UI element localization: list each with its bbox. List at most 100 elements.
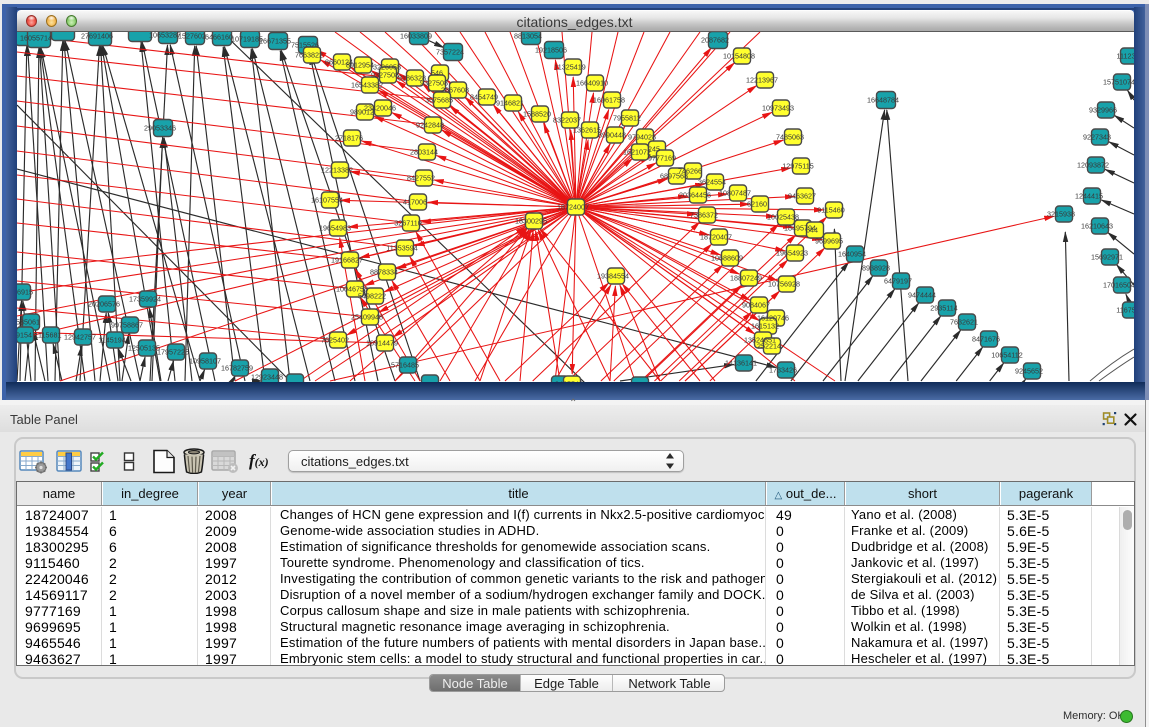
svg-text:9699695: 9699695 — [815, 237, 843, 246]
svg-text:17957225: 17957225 — [157, 348, 189, 357]
svg-text:7632621: 7632621 — [950, 318, 978, 327]
svg-text:62160: 62160 — [747, 200, 767, 209]
svg-text:9777169: 9777169 — [648, 154, 676, 163]
svg-text:12975115: 12975115 — [782, 162, 813, 171]
svg-text:7625402: 7625402 — [321, 336, 349, 345]
svg-text:10973493: 10973493 — [762, 104, 794, 113]
svg-text:14136141: 14136141 — [725, 359, 757, 368]
svg-text:16782759: 16782759 — [221, 364, 253, 373]
svg-text:7955812: 7955812 — [613, 114, 641, 123]
svg-text:9084067: 9084067 — [742, 301, 770, 310]
svg-text:644: 644 — [806, 226, 818, 235]
svg-text:1621072: 1621072 — [623, 148, 651, 157]
svg-text:8938928: 8938928 — [862, 264, 890, 273]
svg-text:7357224: 7357224 — [436, 48, 464, 57]
svg-text:19166827: 19166827 — [331, 256, 363, 265]
svg-text:5716485: 5716485 — [391, 361, 419, 370]
svg-text:18720407: 18720407 — [700, 233, 732, 242]
svg-text:19654983: 19654983 — [319, 224, 351, 233]
svg-text:6479197: 6479197 — [884, 277, 912, 286]
svg-text:3575685: 3575685 — [425, 96, 453, 105]
svg-text:12213967: 12213967 — [746, 76, 778, 85]
svg-text:17359924: 17359924 — [129, 295, 161, 304]
svg-text:546: 546 — [431, 69, 443, 78]
svg-text:10654112: 10654112 — [991, 351, 1022, 360]
svg-text:245: 245 — [648, 145, 660, 154]
svg-text:12505135: 12505135 — [128, 344, 160, 353]
svg-text:16055714: 16055714 — [20, 34, 52, 43]
svg-text:16671355: 16671355 — [259, 37, 291, 46]
svg-text:1362615: 1362615 — [573, 126, 601, 135]
svg-text:7386372: 7386372 — [690, 211, 718, 220]
svg-text:7515526: 7515526 — [291, 41, 319, 50]
svg-text:8454749: 8454749 — [470, 93, 498, 102]
svg-text:16640910: 16640910 — [576, 79, 608, 88]
svg-text:535061: 535061 — [17, 318, 40, 327]
svg-text:9794028: 9794028 — [628, 133, 656, 142]
svg-text:1145194: 1145194 — [98, 336, 125, 345]
svg-text:417006: 417006 — [403, 198, 427, 207]
svg-text:8912954: 8912954 — [346, 61, 374, 70]
svg-text:9242848: 9242848 — [416, 121, 444, 130]
svg-text:1733426: 1733426 — [769, 366, 797, 375]
svg-text:116753: 116753 — [1116, 306, 1134, 315]
svg-text:9474444: 9474444 — [908, 291, 936, 300]
svg-text:7663822: 7663822 — [295, 51, 323, 60]
svg-text:9115460: 9115460 — [817, 206, 844, 215]
svg-text:18807249: 18807249 — [730, 274, 762, 283]
svg-text:16961758: 16961758 — [593, 96, 625, 105]
svg-text:16033809: 16033809 — [400, 32, 432, 41]
svg-text:2803144: 2803144 — [410, 148, 438, 157]
svg-text:19654923: 19654923 — [776, 249, 808, 258]
svg-text:2026915: 2026915 — [17, 288, 33, 297]
svg-text:1115681: 1115681 — [35, 331, 62, 340]
svg-text:10688609: 10688609 — [711, 254, 743, 263]
svg-text:10154808: 10154808 — [723, 52, 755, 61]
svg-text:18724007: 18724007 — [557, 203, 589, 212]
svg-text:252214: 252214 — [757, 342, 781, 351]
svg-text:8813054: 8813054 — [514, 32, 542, 41]
svg-text:99758867: 99758867 — [111, 321, 143, 330]
svg-text:39154: 39154 — [17, 331, 32, 340]
svg-text:9465546: 9465546 — [555, 380, 583, 383]
svg-text:16914479: 16914479 — [366, 339, 398, 348]
svg-text:9327508: 9327508 — [371, 71, 399, 80]
svg-text:27691406: 27691406 — [81, 32, 113, 41]
svg-text:10025438: 10025438 — [767, 213, 799, 222]
svg-text:1588520: 1588520 — [523, 110, 551, 119]
svg-text:12942757: 12942757 — [64, 333, 96, 342]
svg-text:2935114: 2935114 — [930, 304, 957, 313]
svg-text:15692971: 15692971 — [1091, 253, 1123, 262]
svg-text:11325419: 11325419 — [554, 63, 585, 72]
svg-text:8990448: 8990448 — [598, 131, 626, 140]
svg-text:10807487: 10807487 — [719, 189, 751, 198]
svg-text:1615132: 1615132 — [751, 322, 779, 331]
svg-text:16210643: 16210643 — [1081, 222, 1113, 231]
svg-text:2718176: 2718176 — [335, 134, 363, 143]
svg-text:12213382: 12213382 — [321, 166, 353, 175]
svg-text:12923448: 12923448 — [251, 373, 283, 382]
svg-text:1527602: 1527602 — [178, 32, 206, 41]
svg-text:11123: 11123 — [1117, 52, 1134, 61]
svg-text:6897568: 6897568 — [660, 172, 688, 181]
svg-text:15751074: 15751074 — [1103, 78, 1134, 87]
svg-text:3267110: 3267110 — [394, 219, 421, 228]
svg-text:11353594: 11353594 — [386, 244, 417, 253]
svg-text:9329966: 9329966 — [1089, 106, 1117, 115]
svg-text:17016504: 17016504 — [1103, 281, 1134, 290]
svg-text:10756928: 10756928 — [768, 280, 800, 289]
svg-text:18300295: 18300295 — [515, 217, 547, 226]
svg-text:20206576: 20206576 — [88, 300, 120, 309]
svg-text:8471676: 8471676 — [972, 335, 1000, 344]
svg-text:9227343: 9227343 — [1083, 133, 1111, 142]
svg-text:2867608: 2867608 — [441, 86, 469, 95]
svg-text:12093872: 12093872 — [1077, 161, 1109, 170]
svg-text:23420046: 23420046 — [364, 104, 396, 113]
svg-text:9146821: 9146821 — [496, 99, 524, 108]
svg-text:8427552: 8427552 — [407, 174, 435, 183]
svg-text:29053346: 29053346 — [144, 124, 176, 133]
svg-text:16107554: 16107554 — [311, 196, 343, 205]
svg-text:6466160: 6466160 — [205, 33, 233, 42]
svg-text:16648784: 16648784 — [867, 96, 899, 105]
svg-text:19218506: 19218506 — [535, 46, 567, 55]
